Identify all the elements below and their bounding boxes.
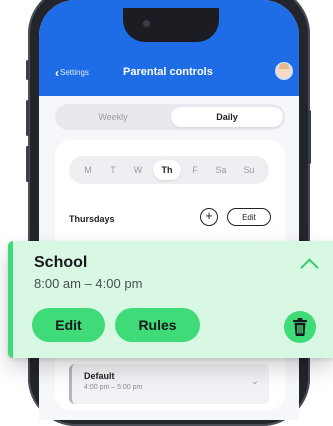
back-label: Settings bbox=[60, 68, 89, 77]
chevron-left-icon: ‹ bbox=[55, 65, 59, 80]
phone-side-button bbox=[26, 60, 29, 80]
day-edit-button[interactable]: Edit bbox=[227, 208, 271, 226]
phone-volume-up-button bbox=[26, 100, 29, 136]
day-tuesday[interactable]: T bbox=[102, 160, 124, 180]
trash-icon bbox=[293, 318, 307, 336]
schedule-item-time: 4:00 pm – 5:00 pm bbox=[84, 384, 143, 391]
schedule-item-title: Default bbox=[84, 371, 115, 381]
accent-bar bbox=[8, 241, 13, 358]
phone-power-button bbox=[308, 110, 311, 164]
edit-button[interactable]: Edit bbox=[32, 308, 105, 342]
tab-daily[interactable]: Daily bbox=[171, 107, 283, 127]
chevron-down-icon: ⌄ bbox=[250, 376, 259, 387]
camera-dot bbox=[143, 20, 150, 27]
schedule-time: 8:00 am – 4:00 pm bbox=[34, 276, 143, 291]
view-toggle: Weekly Daily bbox=[55, 104, 285, 130]
day-section-title: Thursdays bbox=[69, 214, 115, 224]
day-thursday[interactable]: Th bbox=[153, 160, 181, 180]
day-friday[interactable]: F bbox=[184, 160, 206, 180]
chevron-up-icon[interactable] bbox=[300, 258, 319, 277]
schedule-item-default[interactable]: Default 4:00 pm – 5:00 pm ⌄ bbox=[69, 364, 269, 404]
day-monday[interactable]: M bbox=[77, 160, 99, 180]
day-sunday[interactable]: Su bbox=[238, 160, 260, 180]
avatar[interactable] bbox=[275, 62, 293, 80]
tab-weekly[interactable]: Weekly bbox=[57, 107, 169, 127]
phone-volume-down-button bbox=[26, 146, 29, 182]
plus-circle-icon[interactable]: + bbox=[200, 208, 218, 226]
phone-notch bbox=[123, 8, 219, 42]
day-wednesday[interactable]: W bbox=[127, 160, 149, 180]
rules-button[interactable]: Rules bbox=[115, 308, 200, 342]
page-title: Parental controls bbox=[123, 66, 213, 78]
schedule-title: School bbox=[34, 254, 88, 271]
delete-button[interactable] bbox=[284, 311, 316, 343]
day-selector: M T W Th F Sa Su bbox=[69, 156, 269, 184]
selected-schedule-card[interactable]: School 8:00 am – 4:00 pm Edit Rules bbox=[8, 241, 333, 358]
day-saturday[interactable]: Sa bbox=[210, 160, 232, 180]
back-button[interactable]: ‹ Settings bbox=[55, 65, 89, 80]
app-header: ‹ Settings Parental controls bbox=[39, 0, 299, 96]
